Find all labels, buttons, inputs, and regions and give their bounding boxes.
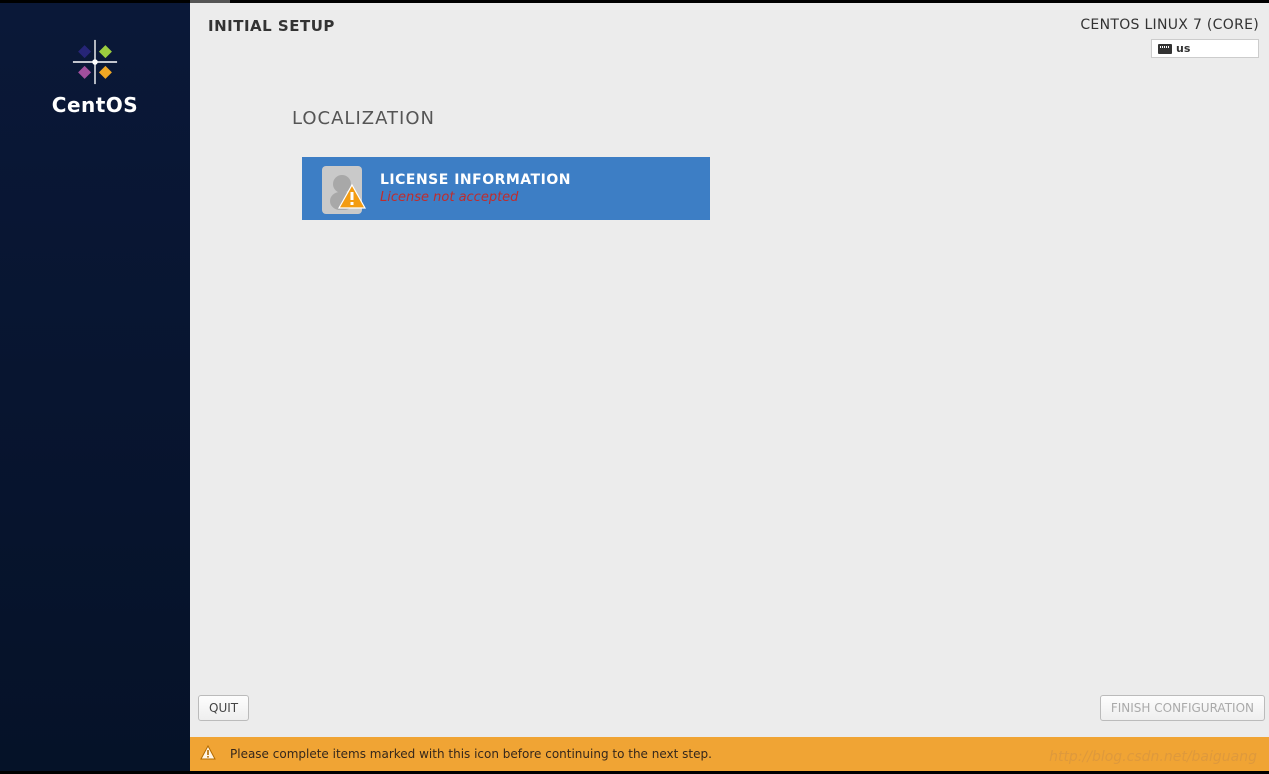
- watermark-text: http://blog.csdn.net/baiguang: [1049, 749, 1257, 765]
- keyboard-layout-text: us: [1176, 42, 1190, 55]
- spoke-license-information[interactable]: LICENSE INFORMATION License not accepted: [302, 157, 710, 220]
- finish-configuration-button: FINISH CONFIGURATION: [1100, 695, 1265, 721]
- license-icon: [316, 164, 372, 214]
- section-title-localization: LOCALIZATION: [292, 108, 1269, 129]
- warning-bar: Please complete items marked with this i…: [190, 737, 1269, 771]
- keyboard-layout-indicator[interactable]: us: [1151, 39, 1259, 58]
- page-title: INITIAL SETUP: [208, 17, 335, 35]
- keyboard-icon: [1158, 44, 1172, 54]
- warning-message: Please complete items marked with this i…: [230, 747, 712, 761]
- main-content: INITIAL SETUP CENTOS LINUX 7 (CORE) us L…: [190, 3, 1269, 771]
- spoke-status: License not accepted: [380, 190, 571, 205]
- spoke-title: LICENSE INFORMATION: [380, 172, 571, 188]
- centos-logo: CentOS: [52, 39, 138, 117]
- sidebar: CentOS: [0, 3, 190, 771]
- warning-icon: [200, 745, 216, 764]
- centos-icon: [72, 39, 118, 85]
- brand-text: CentOS: [52, 93, 138, 117]
- distro-label: CENTOS LINUX 7 (CORE): [1080, 17, 1259, 33]
- quit-button[interactable]: QUIT: [198, 695, 249, 721]
